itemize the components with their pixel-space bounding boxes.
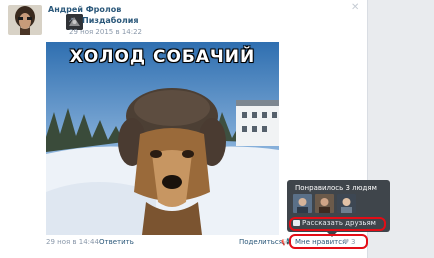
reply-link[interactable]: Ответить <box>99 238 134 246</box>
image-caption: ХОЛОД СОБАЧИЙ <box>69 47 256 67</box>
group-name[interactable]: Пиздаболия <box>82 16 139 25</box>
liker-avatar-2[interactable] <box>315 194 334 213</box>
post-image[interactable]: ХОЛОД СОБАЧИЙ <box>46 42 279 235</box>
tell-friends-highlight <box>289 217 386 231</box>
group-post-date[interactable]: 29 ноя 2015 в 14:22 <box>69 28 142 36</box>
share-link[interactable]: Поделиться <box>239 238 283 246</box>
dog-in-fur-hat-icon <box>46 42 279 235</box>
repost-icon: ↗ <box>68 16 74 24</box>
liker-avatar-3[interactable] <box>337 194 356 213</box>
like-highlight <box>289 234 368 249</box>
author-name[interactable]: Андрей Фролов <box>48 5 121 14</box>
close-icon[interactable]: ✕ <box>351 2 359 13</box>
author-avatar[interactable] <box>8 5 42 35</box>
liker-avatar-1[interactable] <box>293 194 312 213</box>
page: Андрей Фролов ✕ ↗ Пиздаболия 29 ноя 2015… <box>0 0 434 258</box>
likes-popup-title[interactable]: Понравилось 3 людям <box>295 184 377 192</box>
comment-date[interactable]: 29 ноя в 14:44 <box>46 238 99 246</box>
